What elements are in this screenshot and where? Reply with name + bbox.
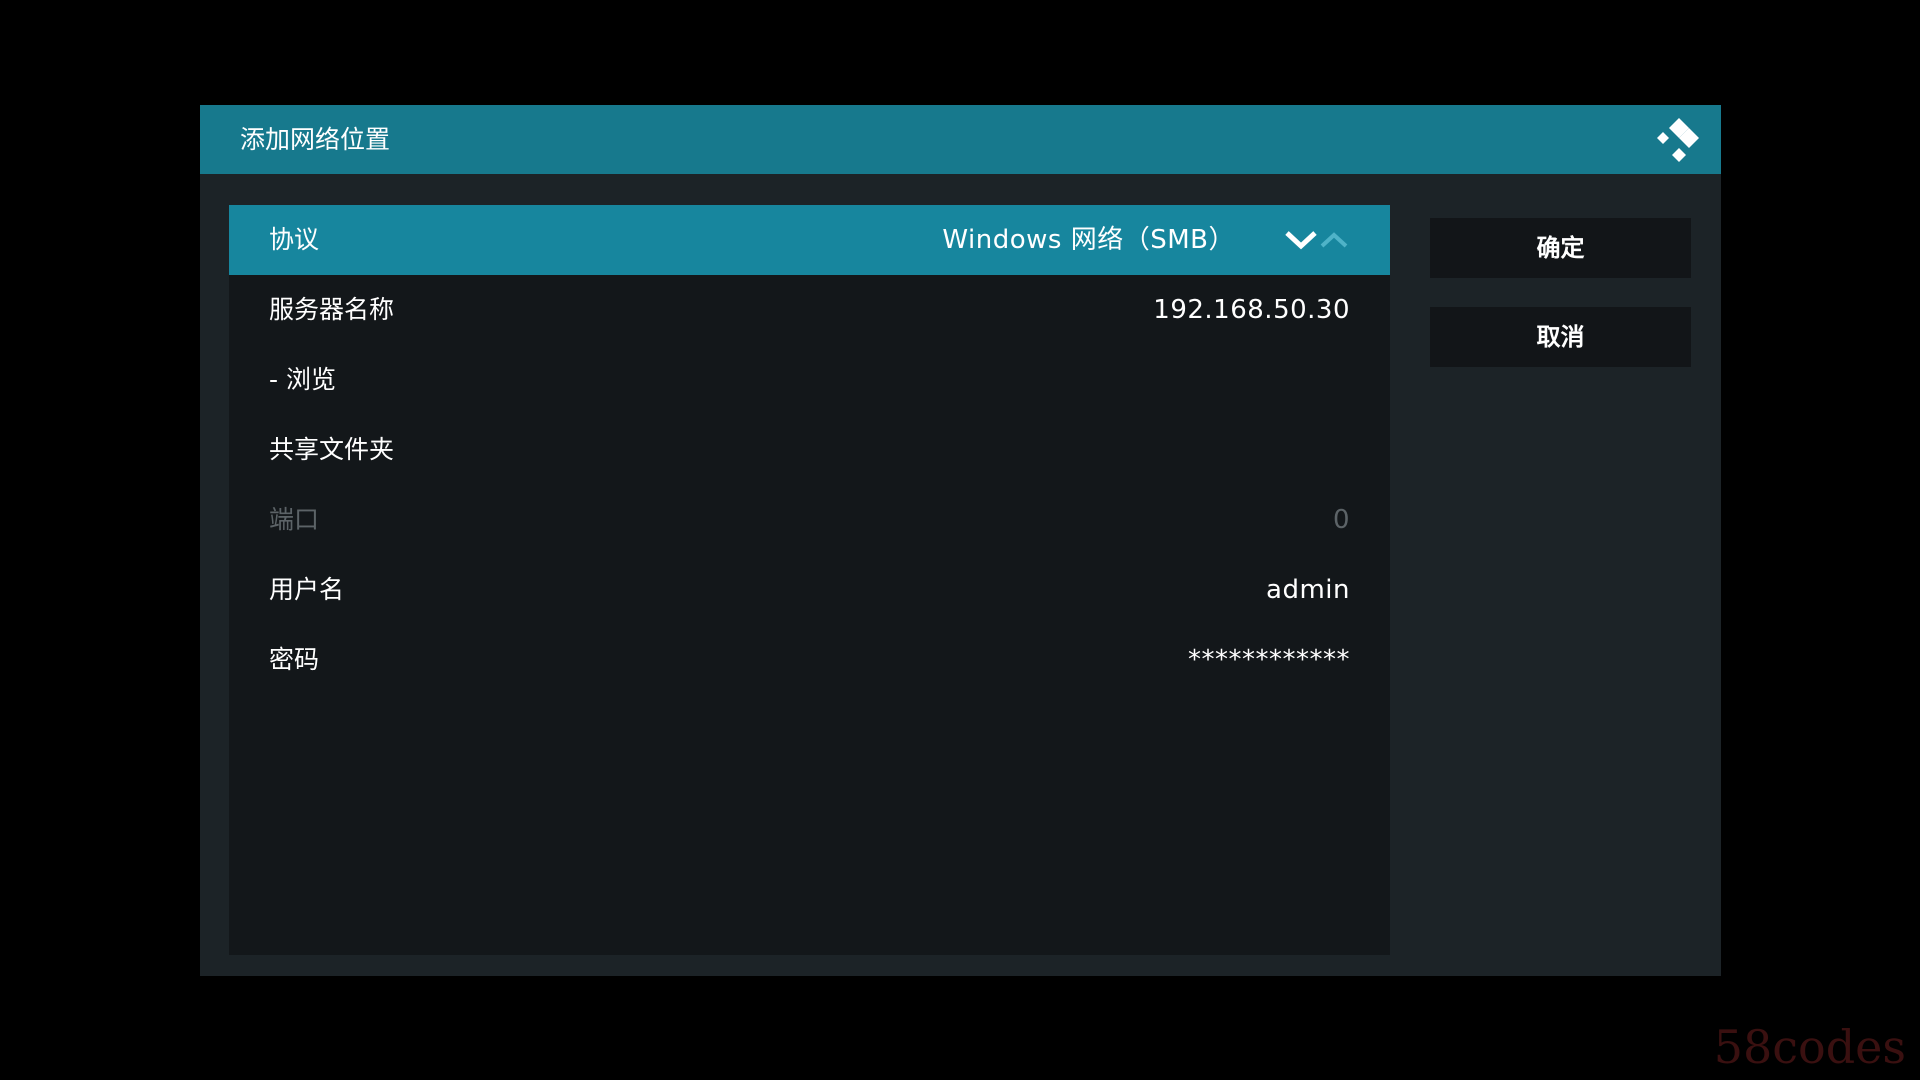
port-label: 端口 xyxy=(269,505,320,534)
chevron-down-icon[interactable] xyxy=(1284,229,1318,251)
server-name-label: 服务器名称 xyxy=(269,295,395,324)
chevron-up-icon[interactable] xyxy=(1318,229,1350,251)
server-name-row[interactable]: 服务器名称 192.168.50.30 xyxy=(229,275,1390,345)
server-name-value: 192.168.50.30 xyxy=(1153,295,1350,325)
password-label: 密码 xyxy=(269,645,320,674)
port-value: 0 xyxy=(1332,505,1350,535)
cancel-button[interactable]: 取消 xyxy=(1430,307,1691,367)
dialog-header: 添加网络位置 xyxy=(200,105,1721,174)
add-network-location-dialog: 添加网络位置 协议 Windows 网络（SMB） 服务器名称 192.168.… xyxy=(200,105,1721,976)
protocol-value: Windows 网络（SMB） xyxy=(942,225,1235,255)
shared-folder-row[interactable]: 共享文件夹 xyxy=(229,415,1390,485)
username-label: 用户名 xyxy=(269,575,345,604)
dialog-title: 添加网络位置 xyxy=(240,125,391,154)
kodi-logo-icon xyxy=(1657,118,1699,162)
browse-row[interactable]: - 浏览 xyxy=(229,345,1390,415)
browse-label: - 浏览 xyxy=(269,365,336,394)
protocol-row[interactable]: 协议 Windows 网络（SMB） xyxy=(229,205,1390,275)
protocol-label: 协议 xyxy=(269,225,320,254)
password-value: ************ xyxy=(1188,645,1350,675)
username-row[interactable]: 用户名 admin xyxy=(229,555,1390,625)
settings-list: 协议 Windows 网络（SMB） 服务器名称 192.168.50.30 -… xyxy=(229,205,1390,955)
watermark: 58codes xyxy=(1713,1020,1906,1074)
shared-folder-label: 共享文件夹 xyxy=(269,435,395,464)
username-value: admin xyxy=(1266,575,1350,605)
port-row: 端口 0 xyxy=(229,485,1390,555)
ok-button[interactable]: 确定 xyxy=(1430,218,1691,278)
password-row[interactable]: 密码 ************ xyxy=(229,625,1390,695)
